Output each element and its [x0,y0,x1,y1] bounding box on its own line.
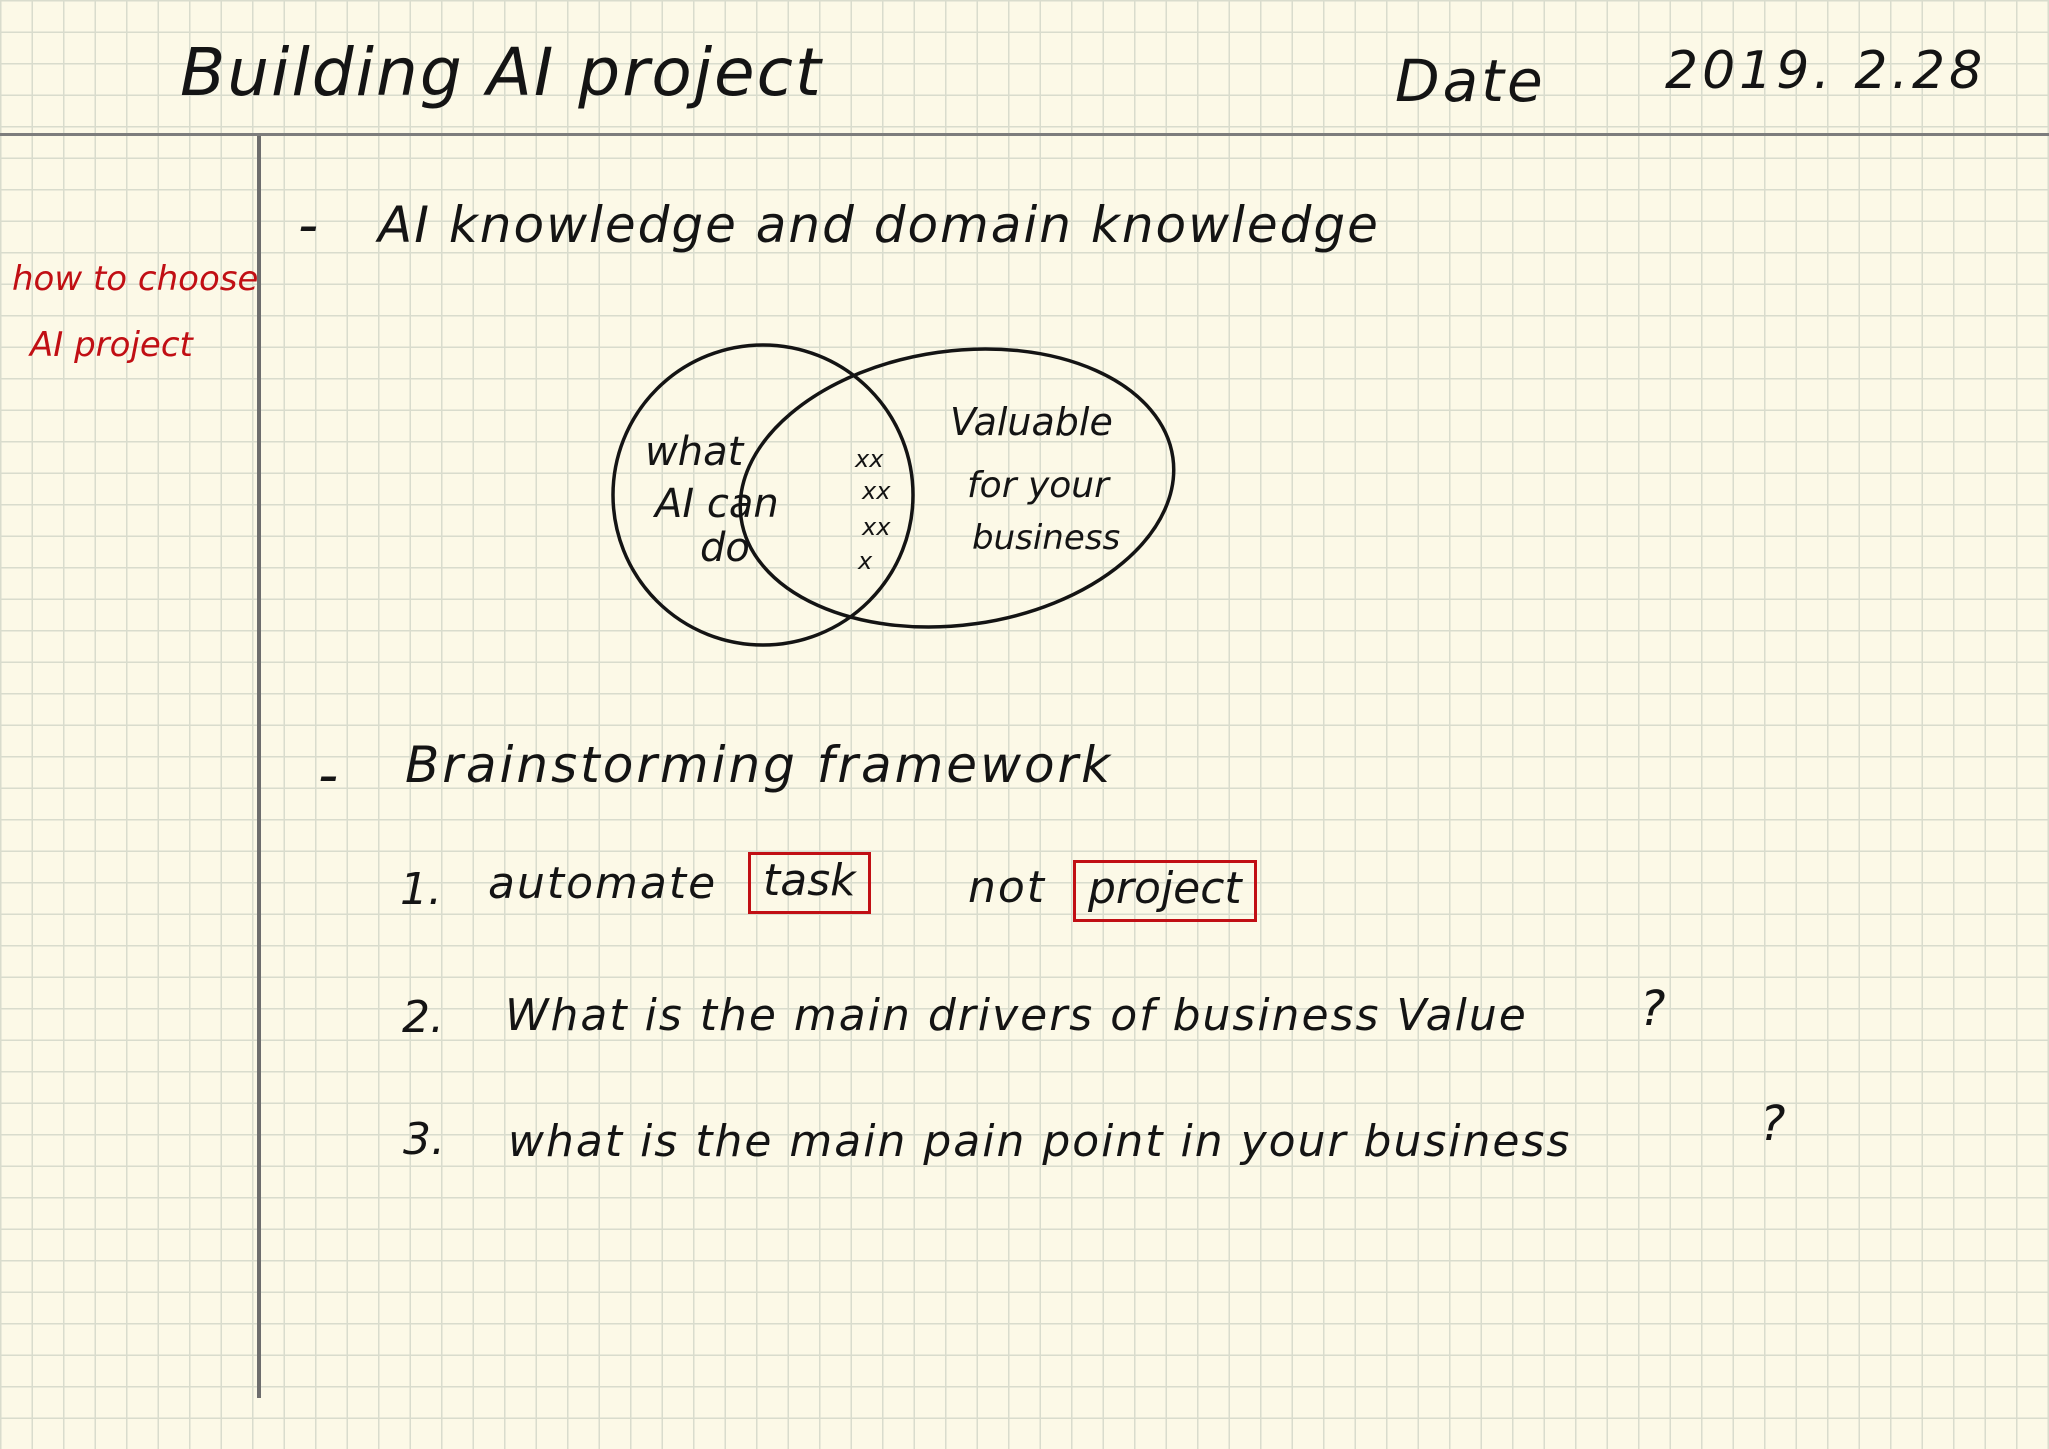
venn-right-circle [738,347,1176,629]
section-2-bullet: - [318,743,339,808]
item-1-text-before: automate [488,858,718,909]
section-2-heading: Brainstorming framework [405,736,1114,794]
venn-left-line-1: what [645,429,745,475]
margin-rule [257,136,261,1398]
item-3-question-mark: ? [1760,1096,1786,1152]
venn-right-line-3: business [972,518,1120,558]
venn-overlap-mark-3: xx [861,513,891,541]
venn-overlap-mark-1: xx [854,445,884,473]
item-1-boxed-project: project [1073,860,1257,922]
venn-overlap-mark-4: x [857,547,873,575]
date-value: 2019. 2.28 [1665,41,1987,101]
margin-note-line-1: how to choose [12,259,259,299]
venn-right-line-2: for your [967,465,1111,506]
venn-left-line-3: do [700,525,750,571]
venn-overlap-mark-2: xx [861,477,891,505]
venn-diagram: what AI can do xx xx xx x Valuable for y… [611,343,1176,647]
date-label: Date [1395,47,1546,115]
header-rule [0,133,2049,136]
item-3-text: what is the main pain point in your busi… [508,1116,1572,1167]
item-1-number: 1. [400,864,442,915]
venn-left-line-2: AI can [652,481,779,527]
item-1-boxed-task: task [748,852,871,914]
item-2-question-mark: ? [1640,981,1666,1037]
margin-note-line-2: AI project [30,325,193,365]
venn-right-line-1: Valuable [950,400,1113,444]
notebook-page: Building AI project Date 2019. 2.28 how … [0,0,2049,1449]
section-1-heading: AI knowledge and domain knowledge [378,196,1380,254]
item-2-text: What is the main drivers of business Val… [505,990,1528,1041]
section-1-bullet: - [298,193,319,258]
item-1-text-middle: not [968,862,1047,913]
page-title: Building AI project [180,34,823,111]
item-2-number: 2. [402,992,444,1043]
item-3-number: 3. [403,1114,445,1165]
